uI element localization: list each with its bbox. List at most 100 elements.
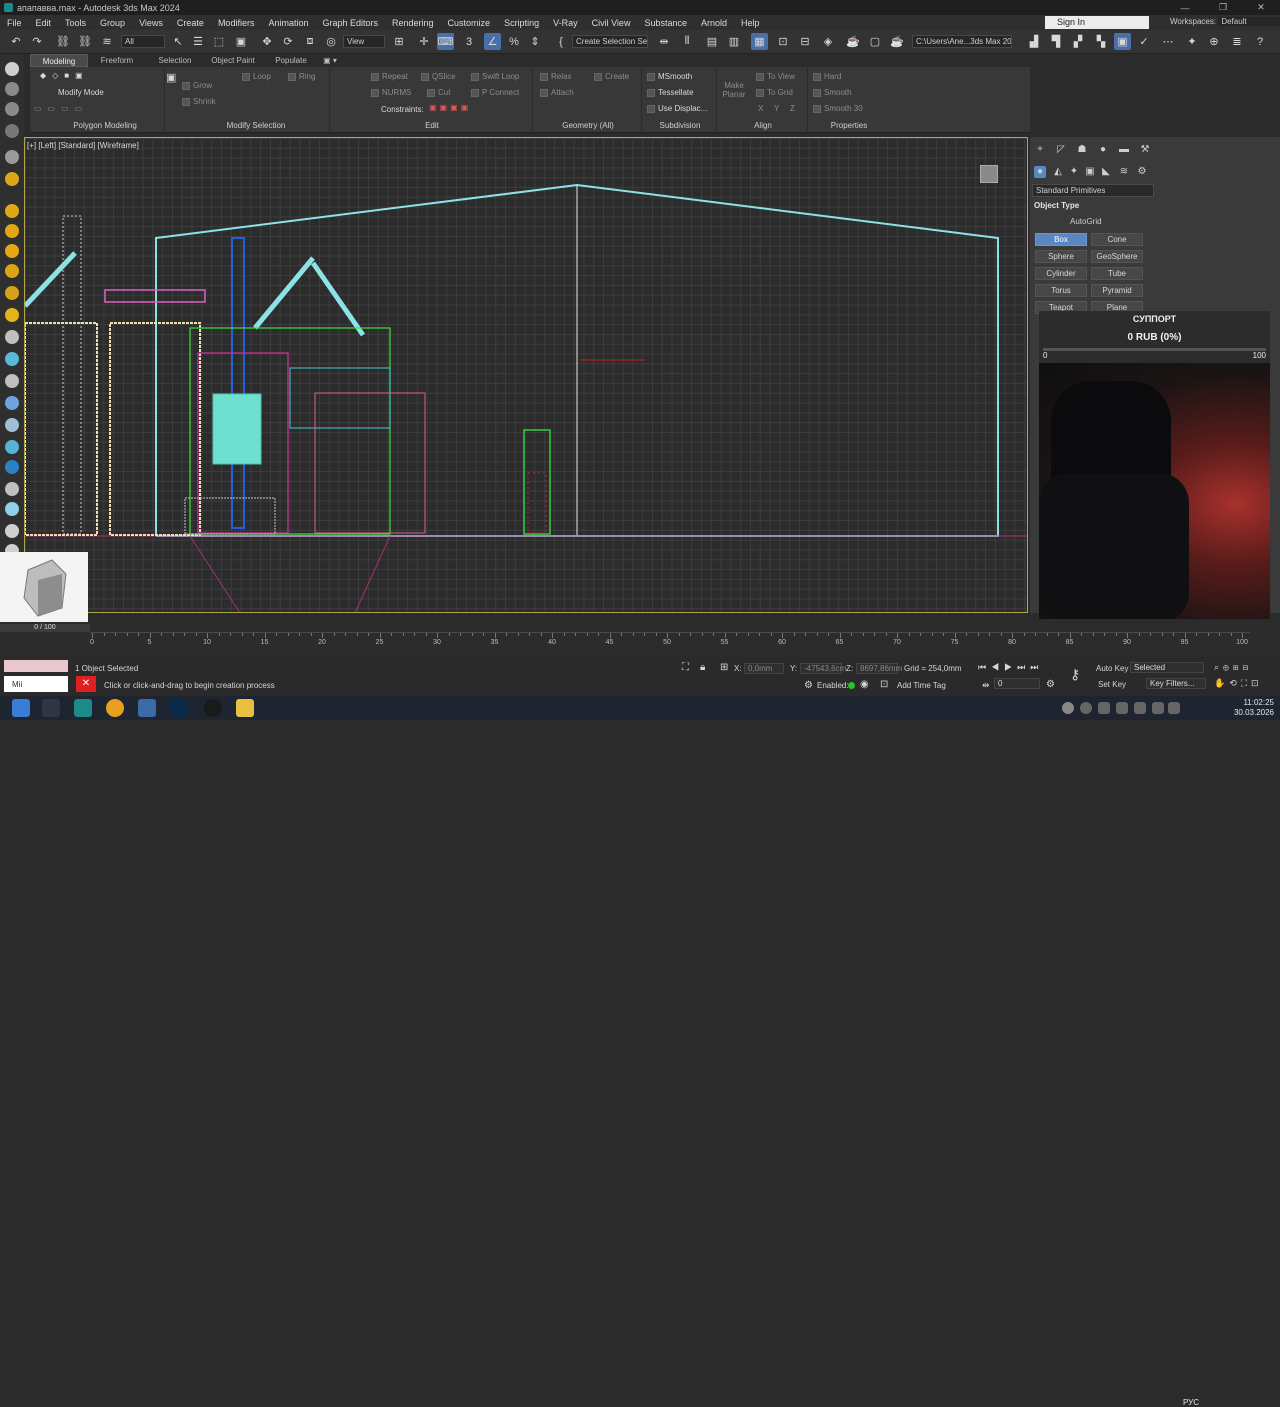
grow-button[interactable]: Grow (182, 81, 212, 90)
z-coordinate-field[interactable]: 8697,86mm (856, 663, 902, 674)
box-button[interactable]: Box (1035, 233, 1087, 246)
menu-rendering[interactable]: Rendering (385, 18, 441, 28)
constraints-icons[interactable]: ▣▣▣▣ (429, 103, 471, 112)
select-object-icon[interactable]: ↖ (170, 33, 186, 50)
close-button[interactable]: ✕ (1242, 0, 1280, 15)
align-y-button[interactable]: Y (774, 104, 779, 113)
menu-modifiers[interactable]: Modifiers (211, 18, 262, 28)
percent-snap-icon[interactable]: % (506, 33, 522, 50)
swift-loop-button[interactable]: Swift Loop (471, 72, 519, 81)
tray-icon-5[interactable] (1134, 702, 1146, 714)
ribbon-options-icon[interactable]: ▣ ▾ (320, 54, 340, 67)
time-slider[interactable]: 0 / 100 (0, 624, 90, 632)
spinner-snap-icon[interactable]: ⇕ (527, 33, 543, 50)
network-icon[interactable] (1152, 702, 1164, 714)
viewport-orbit-icons[interactable]: ✋⟲⛶⊡ (1214, 678, 1263, 689)
repeat-button[interactable]: Repeat (371, 72, 408, 81)
tray-icon-1[interactable] (1062, 702, 1074, 714)
menu-animation[interactable]: Animation (261, 18, 315, 28)
attach-button[interactable]: Attach (540, 88, 574, 97)
mirror-icon[interactable]: ⇹ (656, 33, 672, 50)
viewport-nav-icons[interactable]: ⌕⊕⊞⊟ (1214, 662, 1252, 673)
smooth30-button[interactable]: Smooth 30 (813, 104, 863, 113)
tab-selection[interactable]: Selection (146, 54, 204, 67)
autogrid-checkbox[interactable]: AutoGrid (1070, 217, 1102, 226)
utilities-tab-icon[interactable]: ⚒ (1139, 144, 1151, 156)
omni-light-icon[interactable] (5, 224, 19, 238)
pyramid-button[interactable]: Pyramid (1091, 284, 1143, 297)
maxscript-close-icon[interactable]: ✕ (76, 676, 96, 692)
hard-button[interactable]: Hard (813, 72, 841, 81)
named-selection-set-dropdown[interactable]: Create Selection Se (572, 35, 648, 48)
menu-file[interactable]: File (0, 18, 29, 28)
systems-icon[interactable]: ⚙ (1136, 166, 1148, 178)
helpers-icon[interactable]: ◣ (1100, 166, 1112, 178)
cameras-icon[interactable]: ▣ (1084, 166, 1096, 178)
render-frame-icon[interactable]: ▢ (867, 33, 883, 50)
menu-scripting[interactable]: Scripting (497, 18, 546, 28)
project-path-field[interactable]: C:\Users\Ane...3ds Max 2024 (912, 35, 1012, 48)
menu-create[interactable]: Create (170, 18, 211, 28)
tab-modeling[interactable]: Modeling (30, 54, 88, 67)
tab-freeform[interactable]: Freeform (88, 54, 146, 67)
create-button[interactable]: Create (594, 72, 629, 81)
menu-edit[interactable]: Edit (29, 18, 59, 28)
render-icon[interactable]: ☕ (889, 33, 905, 50)
key-mode-icon[interactable]: ⇹ (982, 680, 990, 691)
folder-icon[interactable] (236, 699, 254, 717)
pconnect-button[interactable]: P Connect (471, 88, 519, 97)
set-key-icon[interactable]: ⚷ (1070, 666, 1080, 683)
spacewarps-icon[interactable]: ≋ (1118, 166, 1130, 178)
selection-filter-dropdown[interactable]: All (121, 35, 165, 48)
tab-populate[interactable]: Populate (262, 54, 320, 67)
tube-button[interactable]: Tube (1091, 267, 1143, 280)
menu-arnold[interactable]: Arnold (694, 18, 734, 28)
schematic-view-icon[interactable]: ⊟ (797, 33, 813, 50)
explorer-icon[interactable] (42, 699, 60, 717)
plant-icon[interactable] (5, 396, 19, 410)
adaptive-degradation-icon[interactable]: ⚙ (804, 680, 813, 691)
x-coordinate-field[interactable]: 0,0mm (744, 663, 784, 674)
use-displacement-button[interactable]: Use Displac... (647, 104, 707, 113)
placement-icon[interactable]: ◎ (323, 33, 339, 50)
primitive-category-dropdown[interactable]: Standard Primitives (1032, 184, 1154, 197)
workspace-dropdown[interactable]: Default (1218, 17, 1280, 26)
teapot-icon[interactable] (5, 62, 19, 76)
subobject-icons[interactable]: ◆◇■▣ (40, 71, 89, 80)
scale-icon[interactable]: ⧈ (302, 33, 318, 50)
select-manipulate-icon[interactable]: ✛ (416, 33, 432, 50)
enabled-indicator[interactable] (848, 682, 855, 689)
modify-tab-icon[interactable]: ◸ (1055, 144, 1067, 156)
ring-button[interactable]: Ring (288, 72, 315, 81)
move-icon[interactable]: ✥ (259, 33, 275, 50)
to-grid-button[interactable]: To Grid (756, 88, 793, 97)
globe-icon[interactable] (5, 352, 19, 366)
window-crossing-icon[interactable]: ▣ (233, 33, 249, 50)
camera-icon[interactable] (5, 150, 19, 164)
shrink-button[interactable]: Shrink (182, 97, 216, 106)
help-icon[interactable]: ? (1252, 33, 1268, 50)
arnold-icon[interactable]: ✦ (1184, 33, 1200, 50)
absolute-mode-icon[interactable]: ⊞ (720, 662, 728, 673)
extras-icon[interactable]: ⋯ (1160, 33, 1176, 50)
auto-key-button[interactable]: Auto Key (1096, 664, 1128, 673)
modeling-tools-icons[interactable]: ▭▭▭▭ (34, 104, 88, 113)
start-icon[interactable] (12, 699, 30, 717)
layer-explorer-icon[interactable]: ▥ (726, 33, 742, 50)
reference-coordinate-dropdown[interactable]: View (343, 35, 385, 48)
sphere-button[interactable]: Sphere (1035, 250, 1087, 263)
y-coordinate-field[interactable]: -47543,6cm (800, 663, 846, 674)
plugin-icon[interactable]: ▚ (1093, 33, 1109, 50)
menu-civil-view[interactable]: Civil View (585, 18, 638, 28)
cube-icon[interactable] (5, 330, 19, 344)
align-panel-label[interactable]: Align (718, 121, 808, 133)
photoshop-icon[interactable] (170, 699, 188, 717)
keyboard-shortcut-override-icon[interactable]: ⌨ (437, 33, 454, 50)
isolate-icon[interactable]: ⛶ (682, 662, 689, 673)
volume-icon[interactable] (1168, 702, 1180, 714)
viewport-layout-icon[interactable]: ▜ (1048, 33, 1064, 50)
obs-icon[interactable] (204, 699, 222, 717)
polygon-modeling-panel-label[interactable]: Polygon Modeling (50, 121, 160, 133)
edit-panel-label[interactable]: Edit (331, 121, 533, 133)
modify-mode-button[interactable]: Modify Mode (58, 88, 104, 97)
